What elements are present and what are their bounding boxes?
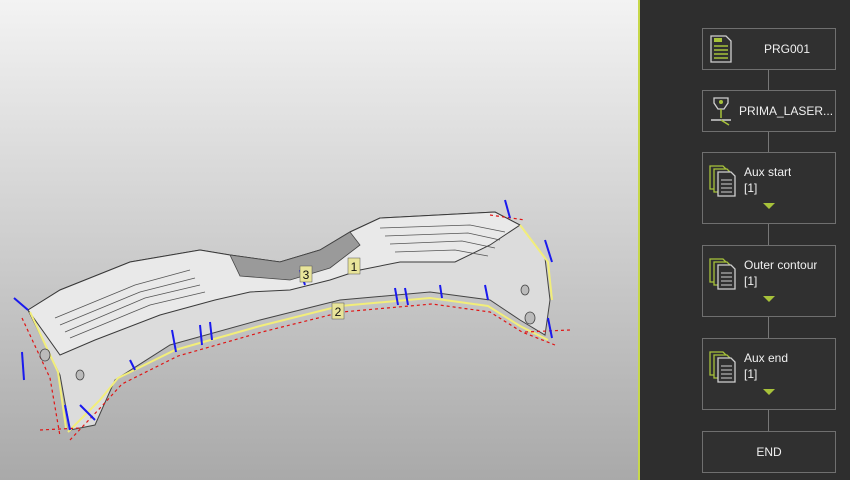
multi-page-icon [709,351,737,386]
program-file-icon [709,35,733,66]
flow-connector [768,223,769,246]
step-label: Aux end [744,351,789,365]
flow-connector [768,131,769,153]
expand-arrow-icon[interactable] [763,296,775,302]
flow-connector [768,316,769,339]
end-node[interactable]: END [702,431,836,473]
svg-text:1: 1 [351,260,358,274]
machine-label: PRIMA_LASER... [739,104,834,118]
end-label: END [756,445,782,459]
multi-page-icon [709,165,737,200]
flow-connector [768,409,769,432]
step-count: [1] [744,274,758,288]
step-aux-start[interactable]: Aux start [1] [702,152,836,224]
marker-2[interactable]: 2 [331,302,345,320]
machine-node[interactable]: PRIMA_LASER... [702,90,836,132]
svg-text:2: 2 [335,305,342,319]
step-label: Outer contour [744,258,818,272]
laser-head-icon [709,96,733,129]
step-outer-contour[interactable]: Outer contour [1] [702,245,836,317]
step-count: [1] [744,367,758,381]
marker-1[interactable]: 1 [347,257,361,275]
step-count: [1] [744,181,758,195]
program-node[interactable]: PRG001 [702,28,836,70]
flow-connector [768,69,769,91]
multi-page-icon [709,258,737,293]
svg-text:3: 3 [303,268,310,282]
part-model-canvas[interactable]: 1 2 3 [0,0,638,480]
marker-3[interactable]: 3 [299,265,313,283]
expand-arrow-icon[interactable] [763,389,775,395]
3d-viewport[interactable]: 1 2 3 [0,0,638,480]
step-label: Aux start [744,165,792,179]
expand-arrow-icon[interactable] [763,203,775,209]
step-aux-end[interactable]: Aux end [1] [702,338,836,410]
program-label: PRG001 [764,42,811,56]
